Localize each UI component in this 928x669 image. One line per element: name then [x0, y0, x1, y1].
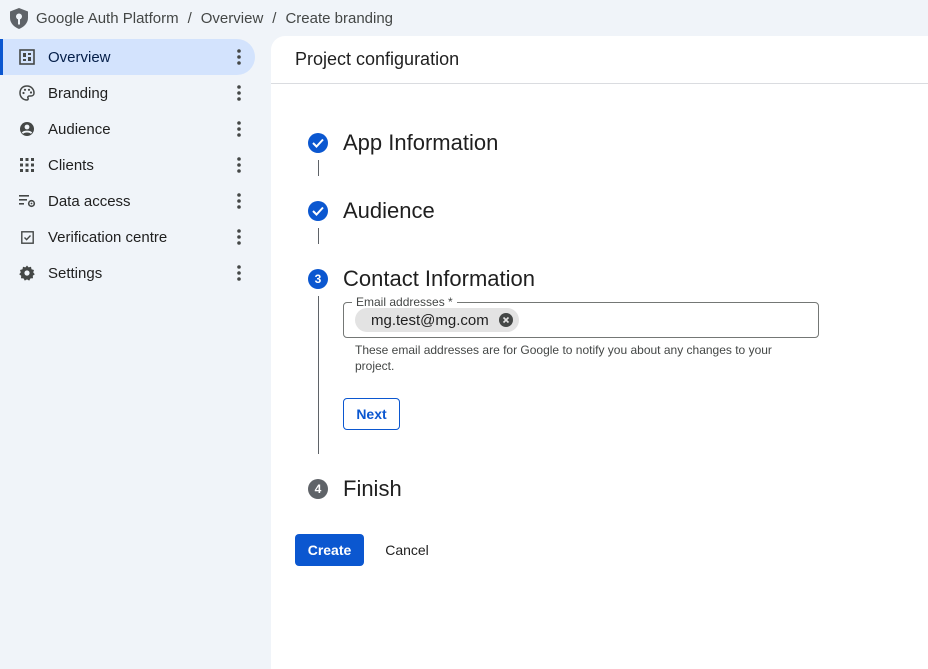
apps-grid-icon	[18, 156, 36, 174]
step-contact-information[interactable]: 3 Contact Information	[308, 266, 535, 292]
breadcrumb-item-current: Create branding	[285, 9, 394, 27]
more-vert-icon[interactable]	[229, 83, 249, 103]
sidebar-item-settings[interactable]: Settings	[0, 255, 255, 291]
sidebar-item-label: Audience	[48, 120, 111, 138]
more-vert-icon[interactable]	[229, 47, 249, 67]
sidebar-item-clients[interactable]: Clients	[0, 147, 255, 183]
step-audience[interactable]: Audience	[308, 198, 435, 224]
step-app-information[interactable]: App Information	[308, 130, 498, 156]
sidebar-item-label: Branding	[48, 84, 109, 102]
step-finish[interactable]: 4 Finish	[308, 476, 402, 502]
sidebar-item-audience[interactable]: Audience	[0, 111, 255, 147]
dashboard-icon	[18, 48, 36, 66]
sidebar-item-label: Clients	[48, 156, 94, 174]
cancel-button[interactable]: Cancel	[375, 534, 439, 566]
sidebar-item-data-access[interactable]: Data access	[0, 183, 255, 219]
more-vert-icon[interactable]	[229, 191, 249, 211]
sidebar-item-label: Settings	[48, 264, 103, 282]
next-button[interactable]: Next	[343, 398, 400, 430]
email-field[interactable]: Email addresses * mg.test@mg.com	[343, 295, 819, 338]
step-connector	[318, 160, 319, 176]
sidebar-item-label: Data access	[48, 192, 131, 210]
email-helper-text: These email addresses are for Google to …	[355, 343, 772, 373]
sidebar-item-label: Verification centre	[48, 228, 168, 246]
account-circle-icon	[18, 120, 36, 138]
more-vert-icon[interactable]	[229, 227, 249, 247]
step-number: 3	[308, 269, 328, 289]
check-circle-icon	[308, 201, 328, 221]
breadcrumb-separator: /	[272, 9, 277, 27]
gear-icon	[18, 264, 36, 282]
create-button[interactable]: Create	[295, 534, 364, 566]
step-title: App Information	[343, 130, 499, 155]
checkbox-icon	[18, 228, 36, 246]
close-icon[interactable]	[498, 313, 513, 327]
step-title: Finish	[343, 476, 402, 501]
check-circle-icon	[308, 133, 328, 153]
palette-icon	[18, 84, 36, 102]
step-connector	[318, 228, 319, 244]
sidebar-item-verification-centre[interactable]: Verification centre	[0, 219, 255, 255]
step-connector	[318, 296, 319, 454]
sidebar-item-branding[interactable]: Branding	[0, 75, 255, 111]
breadcrumb: Google Auth Platform / Overview / Create…	[0, 0, 928, 36]
page-title: Project configuration	[271, 36, 928, 84]
email-field-label: Email addresses *	[352, 295, 457, 309]
more-vert-icon[interactable]	[229, 263, 249, 283]
step-title: Audience	[343, 198, 435, 223]
data-settings-icon	[18, 192, 36, 210]
more-vert-icon[interactable]	[229, 155, 249, 175]
email-chip-label: mg.test@mg.com	[371, 311, 489, 329]
sidebar: Overview Branding Audience Clients Data …	[0, 39, 260, 291]
breadcrumb-item-platform[interactable]: Google Auth Platform	[36, 10, 179, 27]
sidebar-item-overview[interactable]: Overview	[0, 39, 255, 75]
main-panel: Project configuration App Information Au…	[271, 36, 928, 669]
shield-key-icon	[10, 7, 30, 29]
step-title: Contact Information	[343, 266, 535, 291]
sidebar-item-label: Overview	[48, 48, 111, 66]
more-vert-icon[interactable]	[229, 119, 249, 139]
step-number: 4	[308, 479, 328, 499]
email-chip: mg.test@mg.com	[355, 308, 519, 332]
breadcrumb-item-overview[interactable]: Overview	[201, 10, 264, 27]
breadcrumb-separator: /	[187, 9, 192, 27]
